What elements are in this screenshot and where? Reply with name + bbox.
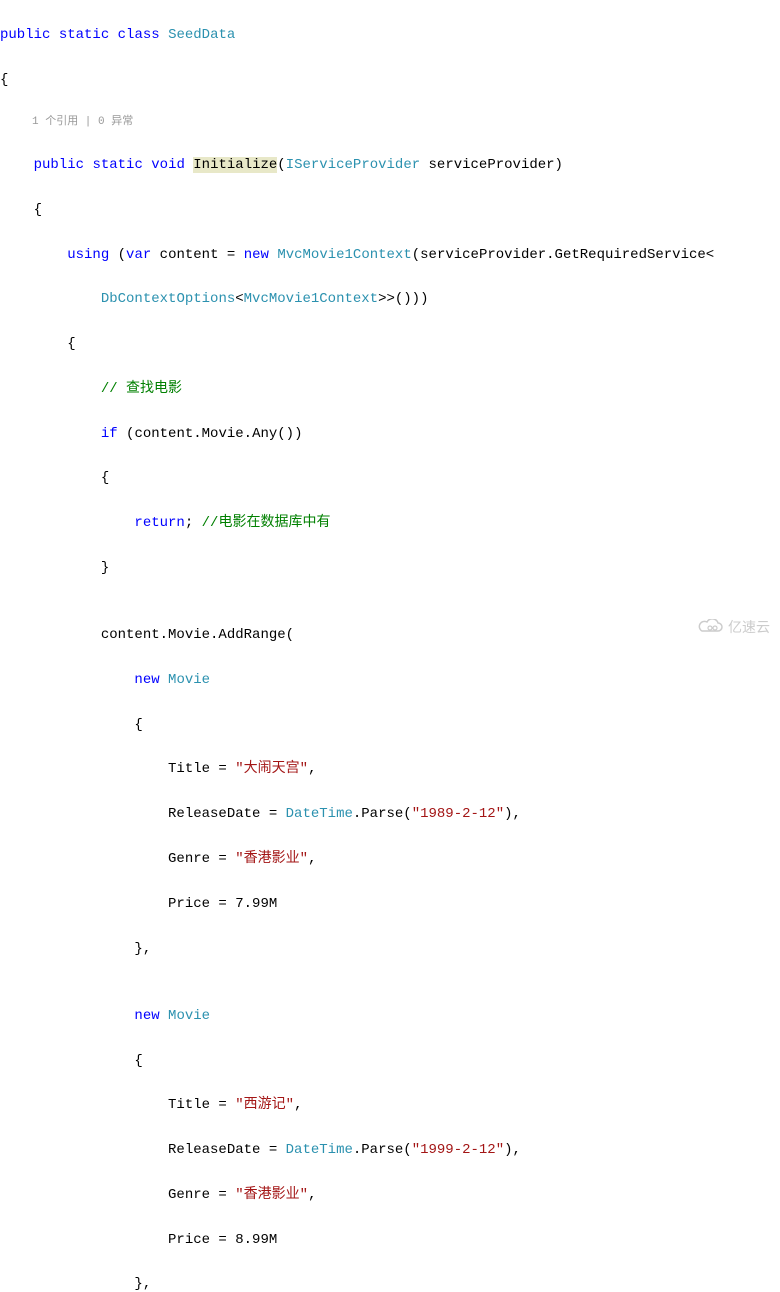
code-line: content.Movie.AddRange( xyxy=(0,624,780,646)
cloud-icon xyxy=(696,619,724,635)
code-line: }, xyxy=(0,938,780,960)
codelens-annotation[interactable]: 1 个引用 | 0 异常 xyxy=(0,114,780,132)
code-line: if (content.Movie.Any()) xyxy=(0,423,780,445)
code-line: new Movie xyxy=(0,1005,780,1027)
code-line: Price = 8.99M xyxy=(0,1229,780,1251)
code-line: public static class SeedData xyxy=(0,24,780,46)
code-line: }, xyxy=(0,1273,780,1292)
code-line: Genre = "香港影业", xyxy=(0,1184,780,1206)
code-line: Price = 7.99M xyxy=(0,893,780,915)
code-line: { xyxy=(0,199,780,221)
code-line: ReleaseDate = DateTime.Parse("1989-2-12"… xyxy=(0,803,780,825)
watermark: 亿速云 xyxy=(696,616,770,638)
code-editor[interactable]: public static class SeedData { 1 个引用 | 0… xyxy=(0,0,780,1292)
code-line: public static void Initialize(IServicePr… xyxy=(0,154,780,176)
code-line: Title = "西游记", xyxy=(0,1094,780,1116)
code-line: { xyxy=(0,69,780,91)
code-line: DbContextOptions<MvcMovie1Context>>())) xyxy=(0,288,780,310)
code-line: { xyxy=(0,467,780,489)
code-line: { xyxy=(0,333,780,355)
method-name-highlighted: Initialize xyxy=(193,157,277,173)
code-line: Genre = "香港影业", xyxy=(0,848,780,870)
code-line: using (var content = new MvcMovie1Contex… xyxy=(0,244,780,266)
watermark-text: 亿速云 xyxy=(728,616,770,638)
code-line: ReleaseDate = DateTime.Parse("1999-2-12"… xyxy=(0,1139,780,1161)
code-line: return; //电影在数据库中有 xyxy=(0,512,780,534)
code-line: { xyxy=(0,1050,780,1072)
code-line: // 查找电影 xyxy=(0,378,780,400)
code-line: Title = "大闹天宫", xyxy=(0,758,780,780)
code-line: new Movie xyxy=(0,669,780,691)
code-line: { xyxy=(0,714,780,736)
code-line: } xyxy=(0,557,780,579)
